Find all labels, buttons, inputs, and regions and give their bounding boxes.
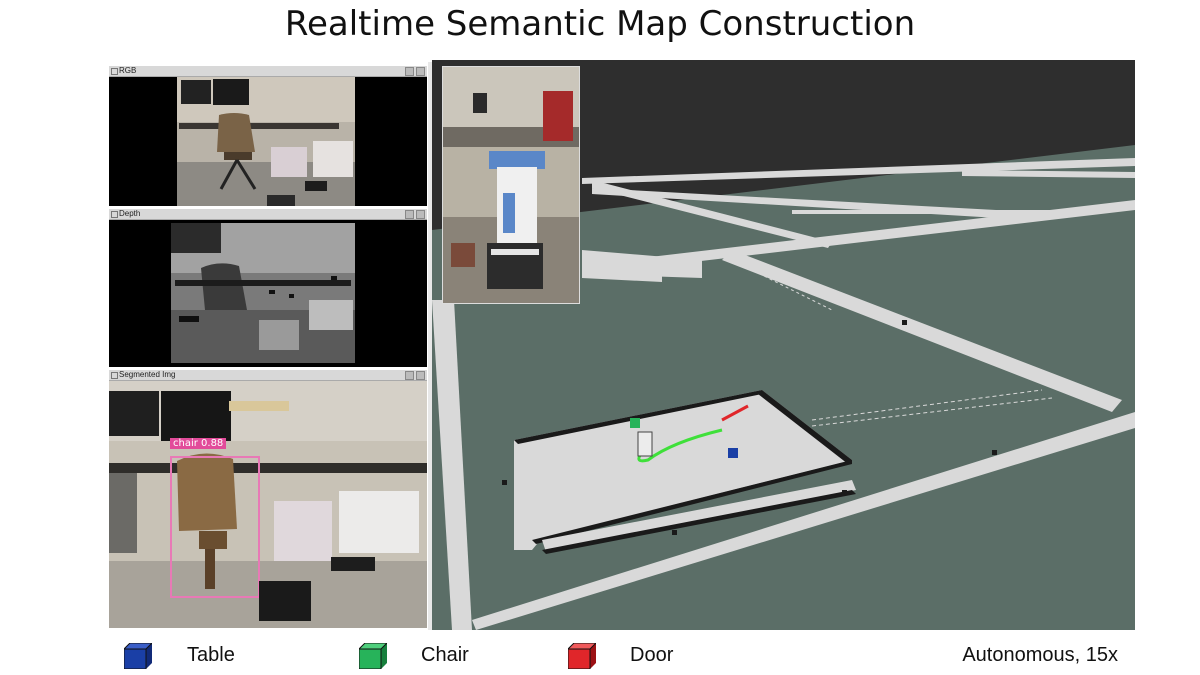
- robot-camera-inset: [442, 66, 580, 304]
- minimize-icon[interactable]: [405, 67, 414, 76]
- legend-label-door: Door: [630, 644, 674, 666]
- depth-image: [109, 220, 427, 367]
- legend-label-chair: Chair: [421, 644, 469, 666]
- segmented-window[interactable]: Segmented Img chair 0.88: [109, 370, 427, 628]
- depth-window-title: Depth: [119, 209, 141, 218]
- minimize-icon[interactable]: [405, 371, 414, 380]
- minimize-icon[interactable]: [405, 210, 414, 219]
- rgb-window-title: RGB: [119, 66, 137, 75]
- segmented-window-titlebar[interactable]: Segmented Img: [109, 370, 427, 381]
- close-icon[interactable]: [416, 210, 425, 219]
- status-text: Autonomous, 15x: [962, 644, 1118, 666]
- close-icon[interactable]: [416, 67, 425, 76]
- legend: Table Chair Door Autonomous, 15x: [0, 636, 1200, 672]
- legend-label-table: Table: [187, 644, 235, 666]
- rgb-window[interactable]: RGB: [109, 66, 427, 206]
- page-title: Realtime Semantic Map Construction: [284, 4, 916, 44]
- door-cube-icon: [568, 643, 596, 669]
- close-icon[interactable]: [416, 371, 425, 380]
- rgb-image: [109, 77, 427, 206]
- depth-window-titlebar[interactable]: Depth: [109, 209, 427, 220]
- segmented-window-title: Segmented Img: [119, 370, 176, 379]
- rgb-window-titlebar[interactable]: RGB: [109, 66, 427, 77]
- chair-cube-icon: [359, 643, 387, 669]
- detection-label: chair 0.88: [170, 438, 227, 449]
- table-cube-icon: [124, 643, 152, 669]
- segmented-image: chair 0.88: [109, 381, 427, 628]
- depth-window[interactable]: Depth: [109, 209, 427, 367]
